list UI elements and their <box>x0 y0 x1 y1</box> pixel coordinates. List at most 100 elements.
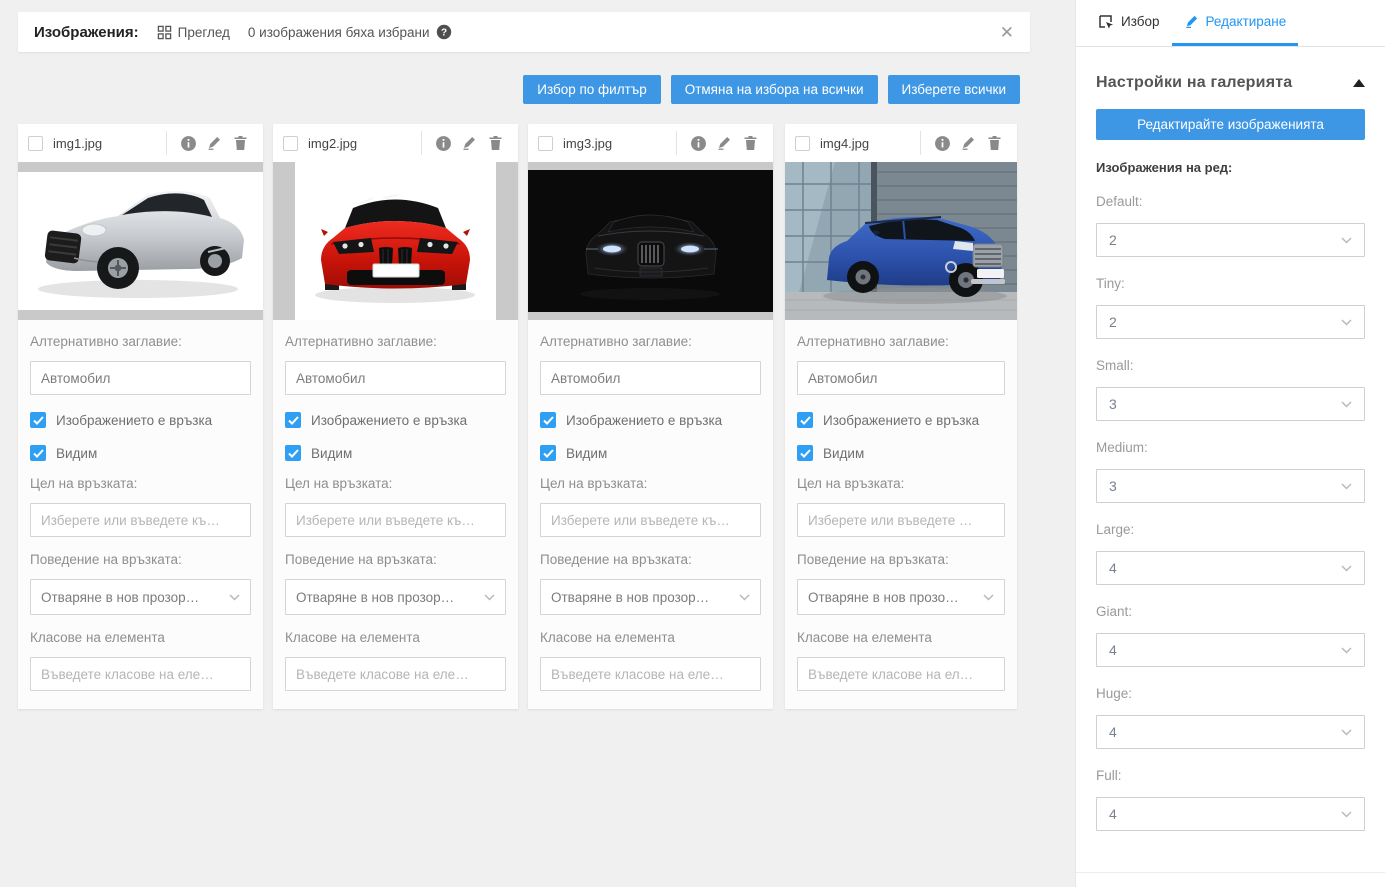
info-icon[interactable] <box>929 130 955 156</box>
visible-row: Видим <box>30 445 251 461</box>
image-card-2: img2.jpg <box>273 124 518 709</box>
link-behavior-select[interactable]: Отваряне в нов прозор… <box>285 579 506 615</box>
card-header: img1.jpg <box>18 124 263 162</box>
select-all-button[interactable]: Изберете всички <box>888 75 1020 104</box>
per-row-full-label: Full: <box>1096 768 1365 783</box>
image-filename: img4.jpg <box>820 136 912 151</box>
image-thumbnail-red-coupe[interactable] <box>273 162 518 320</box>
chevron-down-icon <box>229 594 240 601</box>
select-cursor-icon <box>1098 14 1114 30</box>
delete-icon[interactable] <box>227 130 253 156</box>
sidebar-bottom-divider <box>1076 872 1385 873</box>
chevron-down-icon <box>1341 483 1352 490</box>
edit-icon[interactable] <box>955 130 981 156</box>
close-icon[interactable]: ✕ <box>1000 24 1014 41</box>
visible-checkbox[interactable] <box>797 445 813 461</box>
delete-icon[interactable] <box>482 130 508 156</box>
per-row-large-value: 4 <box>1109 560 1117 576</box>
per-row-medium-label: Medium: <box>1096 440 1365 455</box>
image-card-1: img1.jpg <box>18 124 263 709</box>
card-header: img3.jpg <box>528 124 773 162</box>
per-row-default-select[interactable]: 2 <box>1096 223 1365 257</box>
alt-title-input[interactable] <box>540 361 761 395</box>
delete-icon[interactable] <box>981 130 1007 156</box>
visible-label: Видим <box>566 446 607 461</box>
link-behavior-select[interactable]: Отваряне в нов прозор… <box>540 579 761 615</box>
link-behavior-label: Поведение на връзката: <box>540 552 761 567</box>
classes-input[interactable] <box>285 657 506 691</box>
per-row-giant-select[interactable]: 4 <box>1096 633 1365 667</box>
alt-title-label: Алтернативно заглавие: <box>285 334 506 349</box>
per-row-tiny-select[interactable]: 2 <box>1096 305 1365 339</box>
is-link-checkbox[interactable] <box>797 412 813 428</box>
image-select-checkbox[interactable] <box>283 136 298 151</box>
tab-select[interactable]: Избор <box>1086 0 1172 46</box>
view-mode[interactable]: Преглед <box>157 25 230 40</box>
image-card-4: img4.jpg <box>785 124 1017 709</box>
tab-edit[interactable]: Редактиране <box>1172 0 1299 46</box>
help-icon[interactable]: ? <box>436 24 452 40</box>
edit-icon[interactable] <box>711 130 737 156</box>
image-select-checkbox[interactable] <box>795 136 810 151</box>
collapse-arrow-up-icon[interactable] <box>1353 79 1365 87</box>
alt-title-input[interactable] <box>797 361 1005 395</box>
link-behavior-value: Отваряне в нов прозо… <box>808 590 959 605</box>
per-row-huge-label: Huge: <box>1096 686 1365 701</box>
link-target-label: Цел на връзката: <box>30 476 251 491</box>
image-select-checkbox[interactable] <box>538 136 553 151</box>
link-behavior-value: Отваряне в нов прозор… <box>41 590 199 605</box>
image-filename: img2.jpg <box>308 136 413 151</box>
visible-checkbox[interactable] <box>540 445 556 461</box>
card-form: Алтернативно заглавие: Изображението е в… <box>18 320 263 709</box>
select-by-filter-button[interactable]: Избор по филтър <box>523 75 660 104</box>
per-row-full-select[interactable]: 4 <box>1096 797 1365 831</box>
image-thumbnail-blue-suv[interactable] <box>785 162 1017 320</box>
is-link-row: Изображението е връзка <box>285 412 506 428</box>
classes-input[interactable] <box>797 657 1005 691</box>
alt-title-input[interactable] <box>285 361 506 395</box>
visible-label: Видим <box>56 446 97 461</box>
link-target-input[interactable] <box>540 503 761 537</box>
link-behavior-select[interactable]: Отваряне в нов прозор… <box>30 579 251 615</box>
chevron-down-icon <box>739 594 750 601</box>
classes-label: Класове на елемента <box>285 630 506 645</box>
visible-checkbox[interactable] <box>30 445 46 461</box>
alt-title-input[interactable] <box>30 361 251 395</box>
link-target-input[interactable] <box>797 503 1005 537</box>
edit-images-button[interactable]: Редактирайте изображенията <box>1096 109 1365 140</box>
sidebar-tab-bar: Избор Редактиране <box>1076 0 1385 47</box>
edit-icon[interactable] <box>201 130 227 156</box>
delete-icon[interactable] <box>737 130 763 156</box>
per-row-default-label: Default: <box>1096 194 1365 209</box>
link-behavior-select[interactable]: Отваряне в нов прозо… <box>797 579 1005 615</box>
is-link-row: Изображението е връзка <box>30 412 251 428</box>
per-row-medium-select[interactable]: 3 <box>1096 469 1365 503</box>
per-row-huge-select[interactable]: 4 <box>1096 715 1365 749</box>
is-link-checkbox[interactable] <box>540 412 556 428</box>
selection-status: 0 изображения бяха избрани ? <box>248 24 452 40</box>
svg-text:?: ? <box>440 28 446 39</box>
info-icon[interactable] <box>175 130 201 156</box>
link-target-input[interactable] <box>30 503 251 537</box>
info-icon[interactable] <box>685 130 711 156</box>
deselect-all-button[interactable]: Отмяна на избора на всички <box>671 75 878 104</box>
image-thumbnail-black-car[interactable] <box>528 162 773 320</box>
card-form: Алтернативно заглавие: Изображението е в… <box>785 320 1017 709</box>
chevron-down-icon <box>1341 811 1352 818</box>
image-select-checkbox[interactable] <box>28 136 43 151</box>
card-form: Алтернативно заглавие: Изображението е в… <box>273 320 518 709</box>
is-link-checkbox[interactable] <box>30 412 46 428</box>
is-link-checkbox[interactable] <box>285 412 301 428</box>
per-row-large-select[interactable]: 4 <box>1096 551 1365 585</box>
chevron-down-icon <box>1341 319 1352 326</box>
info-icon[interactable] <box>430 130 456 156</box>
link-target-input[interactable] <box>285 503 506 537</box>
classes-input[interactable] <box>30 657 251 691</box>
per-row-small-select[interactable]: 3 <box>1096 387 1365 421</box>
edit-icon[interactable] <box>456 130 482 156</box>
visible-checkbox[interactable] <box>285 445 301 461</box>
image-thumbnail-silver-sedan[interactable] <box>18 162 263 320</box>
divider <box>421 131 422 155</box>
classes-input[interactable] <box>540 657 761 691</box>
link-behavior-value: Отваряне в нов прозор… <box>551 590 709 605</box>
